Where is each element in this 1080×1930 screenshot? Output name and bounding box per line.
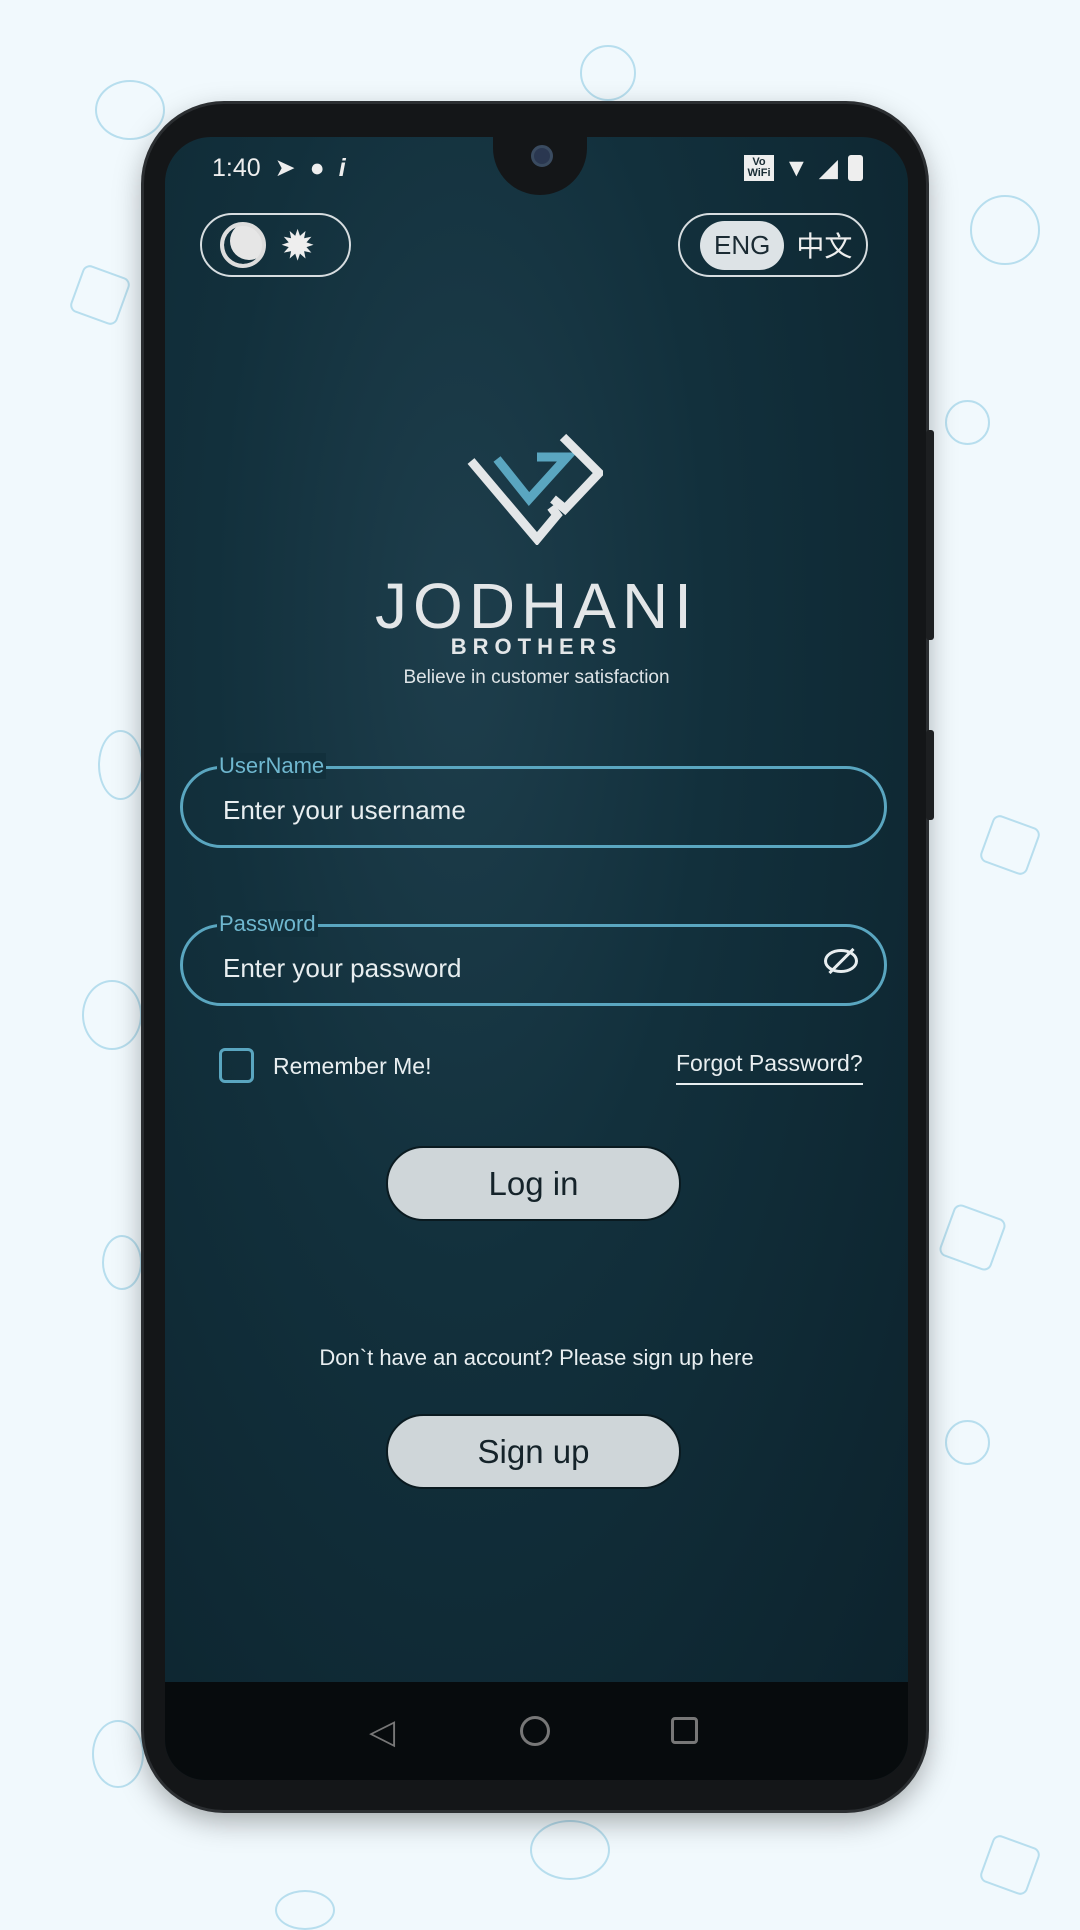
- camera: [531, 145, 553, 167]
- light-mode-icon[interactable]: ✹: [280, 221, 315, 270]
- status-bar-left: 1:40 ➤ ● i: [212, 153, 346, 183]
- username-label: UserName: [217, 753, 327, 779]
- brand-logo-icon: [467, 433, 603, 545]
- volume-button: [926, 430, 934, 640]
- recents-icon[interactable]: [671, 1717, 698, 1744]
- power-button: [926, 730, 934, 820]
- brand-name: JODHANI: [375, 570, 698, 642]
- brand-sub: BROTHERS: [450, 634, 623, 659]
- forgot-password-link[interactable]: Forgot Password?: [676, 1050, 863, 1085]
- theme-toggle[interactable]: ✹: [200, 213, 351, 277]
- language-toggle[interactable]: ENG 中文: [678, 213, 868, 277]
- remember-me-label[interactable]: Remember Me!: [273, 1053, 431, 1080]
- brand-tagline: Believe in customer satisfaction: [403, 667, 670, 688]
- signup-prompt: Don`t have an account? Please sign up he…: [319, 1345, 754, 1370]
- login-button[interactable]: Log in: [386, 1146, 681, 1221]
- info-icon: i: [338, 153, 346, 182]
- home-icon[interactable]: [520, 1716, 550, 1746]
- language-option-eng[interactable]: ENG: [700, 220, 785, 270]
- username-field[interactable]: UserName Enter your username: [180, 753, 887, 848]
- username-input[interactable]: Enter your username: [223, 795, 466, 826]
- login-screen: 1:40 ➤ ● i Vo WiFi ▼ ◢ ✹ ENG 中文 JODHANI …: [165, 137, 908, 1780]
- language-option-zh[interactable]: 中文: [796, 225, 852, 265]
- dark-mode-icon[interactable]: [220, 222, 266, 268]
- signal-icon: ◢: [818, 154, 838, 182]
- signup-button[interactable]: Sign up: [386, 1414, 681, 1489]
- password-field[interactable]: Password Enter your password: [180, 911, 887, 1006]
- status-bar-right: Vo WiFi ▼ ◢: [744, 153, 863, 183]
- wifi-icon: ▼: [784, 153, 809, 182]
- password-label: Password: [217, 911, 318, 937]
- battery-icon: [848, 155, 863, 181]
- remember-me-checkbox[interactable]: [219, 1048, 254, 1083]
- status-time: 1:40: [212, 153, 261, 182]
- chat-icon: ●: [309, 153, 325, 182]
- password-input[interactable]: Enter your password: [223, 953, 461, 984]
- telegram-icon: ➤: [274, 154, 296, 182]
- back-icon[interactable]: ◁: [369, 1712, 395, 1752]
- navigation-bar: ◁: [165, 1682, 908, 1780]
- vowifi-icon: Vo WiFi: [744, 155, 775, 181]
- eye-off-icon[interactable]: [824, 947, 858, 975]
